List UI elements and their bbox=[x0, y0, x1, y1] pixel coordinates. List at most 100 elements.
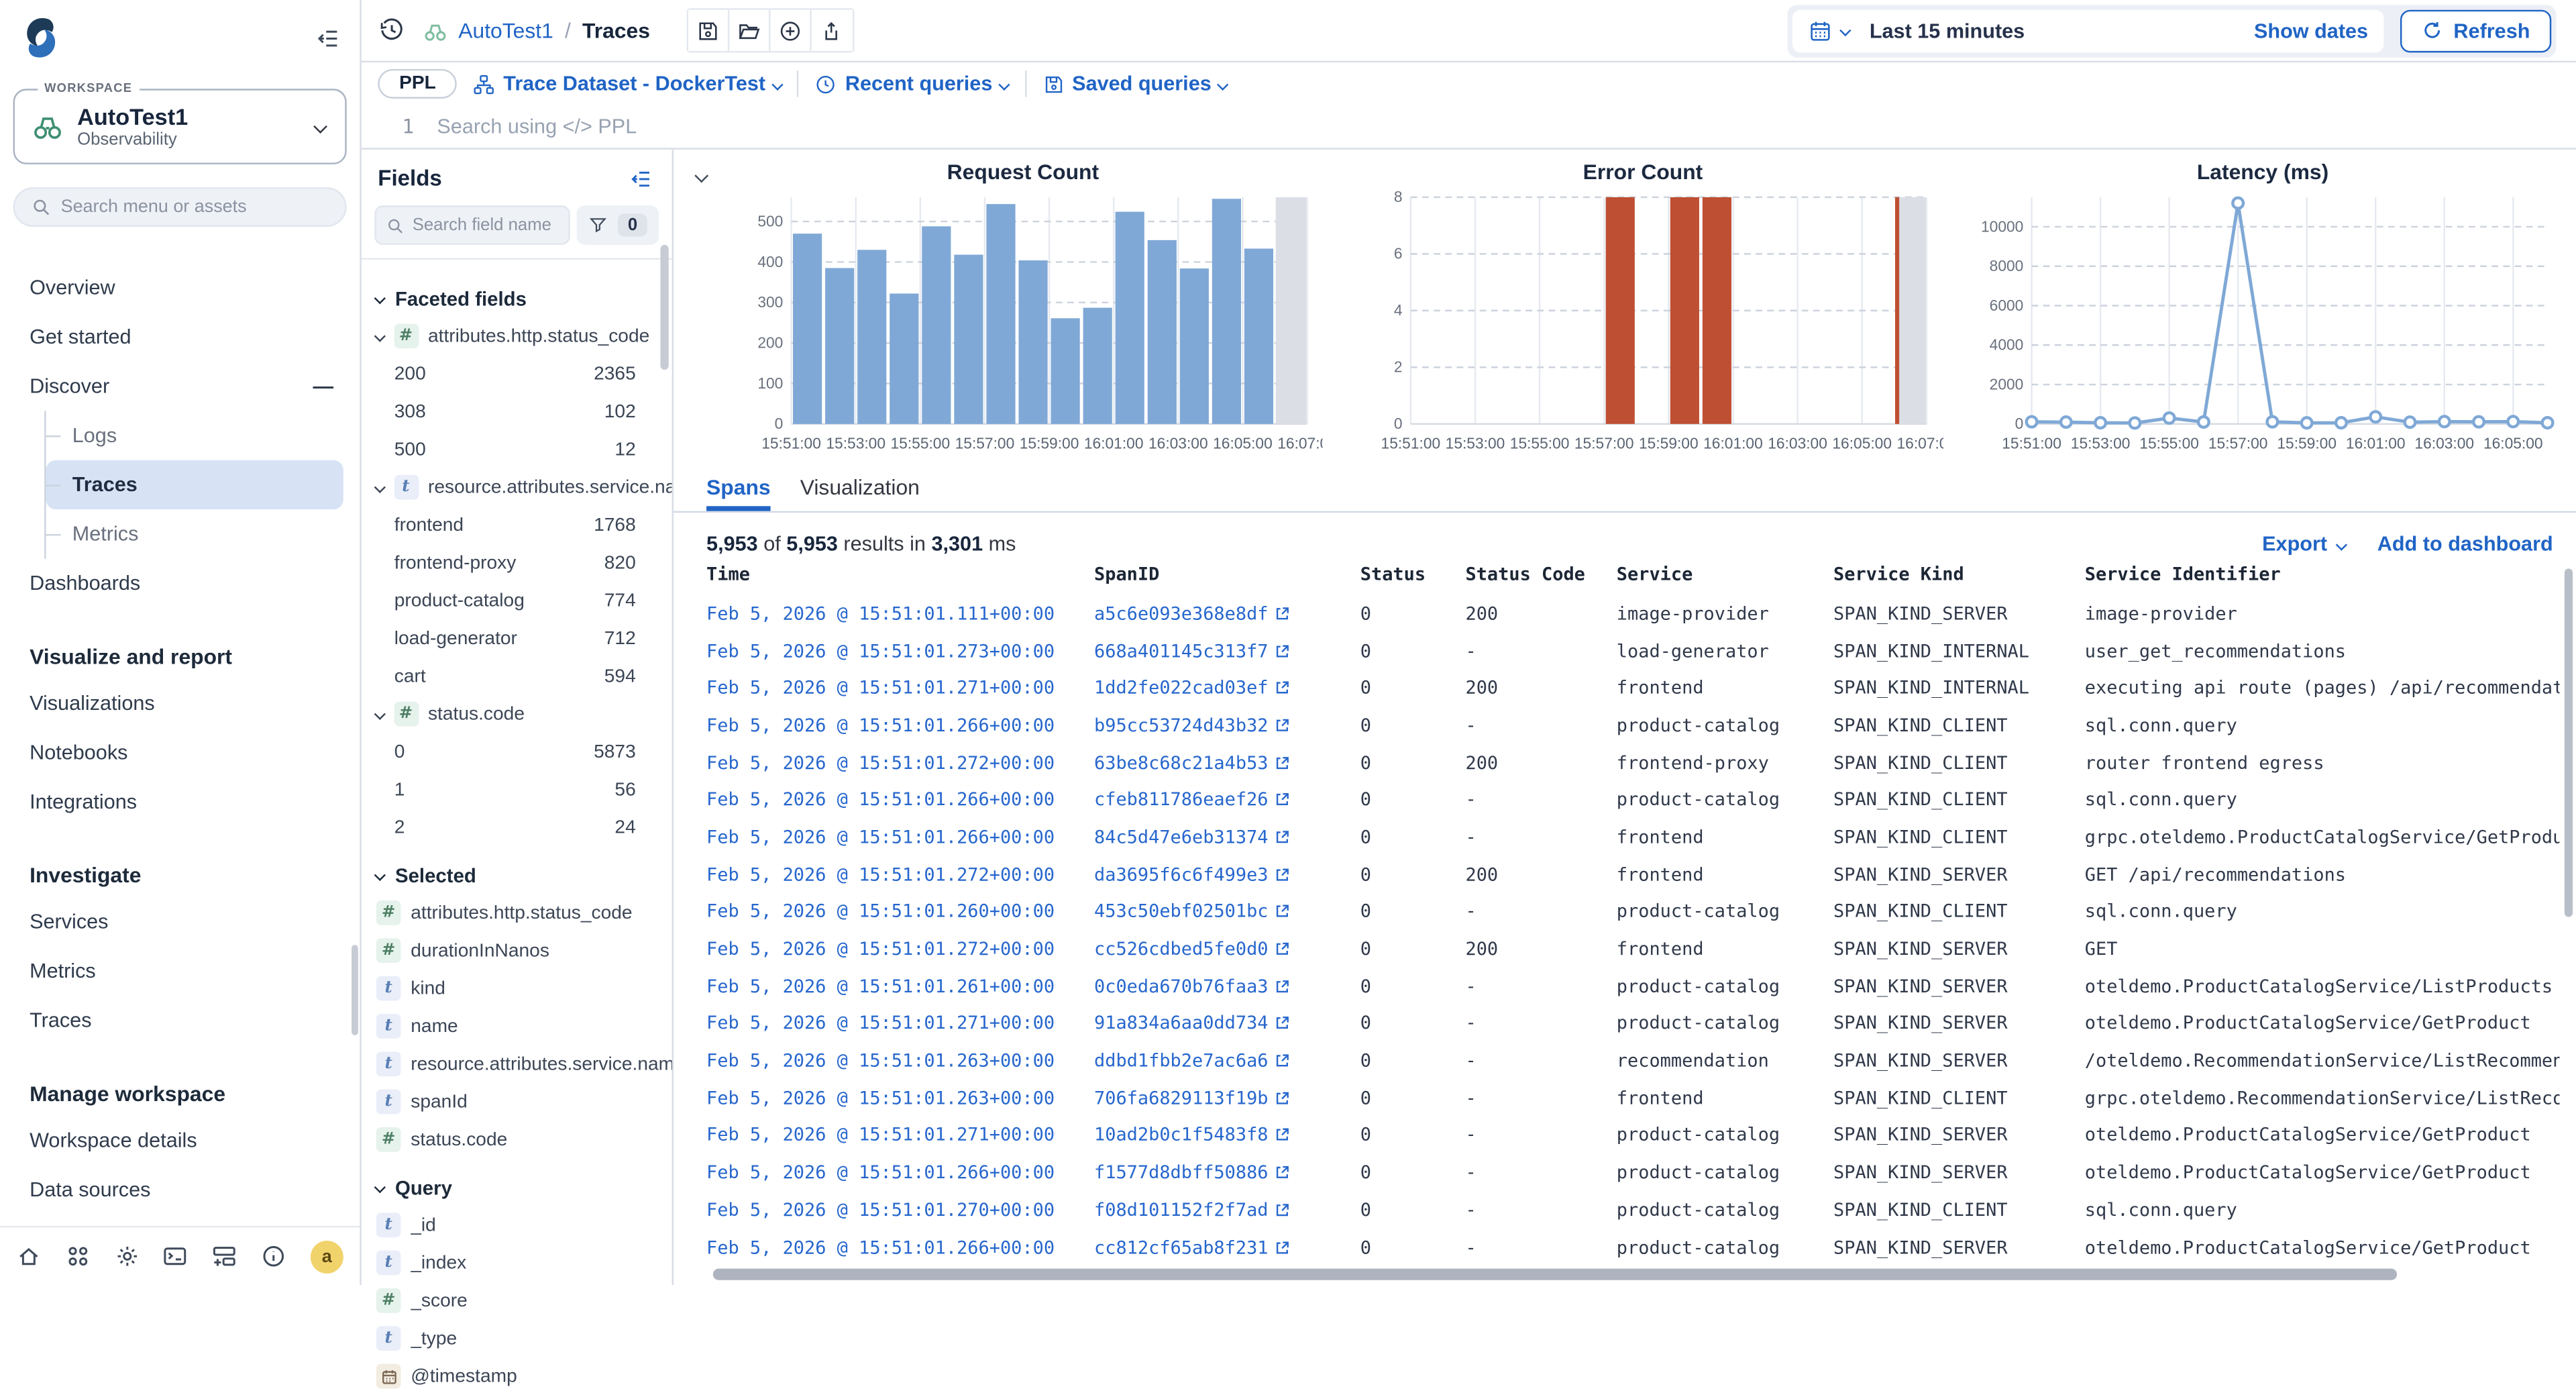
span-id-link[interactable]: 10ad2b0c1f5483f8 bbox=[1094, 1125, 1269, 1146]
facet-row[interactable]: 156 bbox=[362, 771, 672, 809]
sidebar-scrollbar[interactable] bbox=[352, 945, 358, 1035]
query-language-pill[interactable]: PPL bbox=[378, 69, 457, 99]
span-time-link[interactable]: Feb 5, 2026 @ 15:51:01.271+00:00 bbox=[706, 1013, 1055, 1035]
span-time-link[interactable]: Feb 5, 2026 @ 15:51:01.263+00:00 bbox=[706, 1050, 1055, 1072]
field-item[interactable]: tkind bbox=[362, 970, 672, 1007]
collapse-section-icon[interactable]: — bbox=[313, 374, 347, 397]
field-filter-button[interactable]: 0 bbox=[577, 205, 659, 245]
sidebar-item-data-sources[interactable]: Data sources bbox=[16, 1165, 346, 1214]
sidebar-item-workspace-details[interactable]: Workspace details bbox=[16, 1116, 346, 1165]
sidebar-item-traces[interactable]: Traces bbox=[16, 996, 346, 1045]
sidebar-search-input[interactable]: Search menu or assets bbox=[13, 187, 347, 227]
field-item[interactable]: #attributes.http.status_code bbox=[362, 894, 672, 931]
span-id-link[interactable]: da3695f6c6f499e3 bbox=[1094, 864, 1269, 885]
span-time-link[interactable]: Feb 5, 2026 @ 15:51:01.266+00:00 bbox=[706, 1162, 1055, 1184]
refresh-button[interactable]: Refresh bbox=[2401, 9, 2551, 52]
span-id-link[interactable]: 91a834a6aa0dd734 bbox=[1094, 1013, 1269, 1035]
field-section-selected[interactable]: Selected bbox=[362, 856, 672, 894]
span-time-link[interactable]: Feb 5, 2026 @ 15:51:01.260+00:00 bbox=[706, 901, 1055, 923]
sidebar-item-metrics[interactable]: Metrics bbox=[16, 947, 346, 996]
field-item[interactable]: #_score bbox=[362, 1282, 672, 1319]
info-icon[interactable] bbox=[262, 1244, 286, 1269]
span-id-link[interactable]: cc812cf65ab8f231 bbox=[1094, 1237, 1269, 1258]
field-item[interactable]: t_index bbox=[362, 1244, 672, 1282]
app-logo[interactable] bbox=[16, 13, 65, 62]
collapse-charts-icon[interactable] bbox=[694, 169, 708, 183]
span-id-link[interactable]: a5c6e093e368e8df bbox=[1094, 603, 1269, 624]
field-item[interactable]: t_type bbox=[362, 1320, 672, 1357]
facet-row[interactable]: product-catalog774 bbox=[362, 582, 672, 619]
sidebar-item-notebooks[interactable]: Notebooks bbox=[16, 728, 346, 777]
field-item[interactable]: tname bbox=[362, 1007, 672, 1045]
field-item[interactable]: #status.code bbox=[362, 695, 672, 733]
span-time-link[interactable]: Feb 5, 2026 @ 15:51:01.273+00:00 bbox=[706, 640, 1055, 662]
sidebar-subitem-logs[interactable]: Logs bbox=[46, 411, 343, 460]
span-id-link[interactable]: b95cc53724d43b32 bbox=[1094, 715, 1269, 736]
dev-console-icon[interactable] bbox=[164, 1244, 189, 1269]
sidebar-subitem-metrics[interactable]: Metrics bbox=[46, 509, 343, 558]
workspace-selector[interactable]: WORKSPACE AutoTest1 Observability bbox=[13, 89, 347, 164]
span-time-link[interactable]: Feb 5, 2026 @ 15:51:01.266+00:00 bbox=[706, 827, 1055, 848]
history-icon[interactable] bbox=[378, 16, 406, 44]
span-id-link[interactable]: ddbd1fbb2e7ac6a6 bbox=[1094, 1050, 1269, 1072]
facet-row[interactable]: 224 bbox=[362, 809, 672, 846]
date-picker[interactable]: Last 15 minutes Show dates bbox=[1793, 9, 2385, 52]
span-time-link[interactable]: Feb 5, 2026 @ 15:51:01.261+00:00 bbox=[706, 976, 1055, 997]
sidebar-subitem-traces[interactable]: Traces bbox=[46, 460, 343, 509]
span-id-link[interactable]: cfeb811786eaef26 bbox=[1094, 789, 1269, 811]
facet-row[interactable]: 2002365 bbox=[362, 355, 672, 393]
add-panel-icon[interactable] bbox=[213, 1244, 237, 1269]
facet-row[interactable]: 05873 bbox=[362, 733, 672, 770]
span-id-link[interactable]: 84c5d47e6eb31374 bbox=[1094, 827, 1269, 848]
query-editor[interactable]: 1 Search using </> PPL bbox=[362, 105, 2576, 150]
span-time-link[interactable]: Feb 5, 2026 @ 15:51:01.272+00:00 bbox=[706, 938, 1055, 960]
facet-row[interactable]: 50012 bbox=[362, 431, 672, 468]
facet-row[interactable]: frontend-proxy820 bbox=[362, 544, 672, 582]
tab-visualization[interactable]: Visualization bbox=[800, 465, 920, 511]
open-button[interactable] bbox=[729, 10, 770, 51]
horizontal-scrollbar[interactable] bbox=[713, 1269, 2397, 1280]
span-id-link[interactable]: 706fa6829113f19b bbox=[1094, 1088, 1269, 1109]
new-button[interactable] bbox=[770, 10, 811, 51]
span-id-link[interactable]: 63be8c68c21a4b53 bbox=[1094, 752, 1269, 774]
tab-spans[interactable]: Spans bbox=[706, 465, 771, 511]
span-id-link[interactable]: cc526cdbed5fe0d0 bbox=[1094, 938, 1269, 960]
field-item[interactable]: #attributes.http.status_code bbox=[362, 317, 672, 355]
add-to-dashboard-button[interactable]: Add to dashboard bbox=[2377, 532, 2553, 555]
field-item[interactable]: #status.code bbox=[362, 1121, 672, 1158]
sidebar-item-services[interactable]: Services bbox=[16, 897, 346, 946]
sidebar-item-discover[interactable]: Discover— bbox=[16, 362, 346, 411]
span-time-link[interactable]: Feb 5, 2026 @ 15:51:01.270+00:00 bbox=[706, 1199, 1055, 1221]
saved-queries-button[interactable]: Saved queries bbox=[1042, 72, 1227, 95]
span-time-link[interactable]: Feb 5, 2026 @ 15:51:01.266+00:00 bbox=[706, 789, 1055, 811]
save-button[interactable] bbox=[688, 10, 729, 51]
sidebar-item-dashboards[interactable]: Dashboards bbox=[16, 559, 346, 608]
export-button[interactable]: Export bbox=[2262, 532, 2345, 555]
span-time-link[interactable]: Feb 5, 2026 @ 15:51:01.271+00:00 bbox=[706, 1125, 1055, 1146]
span-time-link[interactable]: Feb 5, 2026 @ 15:51:01.272+00:00 bbox=[706, 752, 1055, 774]
sidebar-item-visualizations[interactable]: Visualizations bbox=[16, 678, 346, 727]
span-id-link[interactable]: f1577d8dbff50886 bbox=[1094, 1162, 1269, 1184]
span-time-link[interactable]: Feb 5, 2026 @ 15:51:01.266+00:00 bbox=[706, 1237, 1055, 1258]
recent-queries-button[interactable]: Recent queries bbox=[816, 72, 1008, 95]
fields-scrollbar[interactable] bbox=[660, 245, 668, 370]
collapse-fields-icon[interactable] bbox=[629, 167, 652, 190]
span-time-link[interactable]: Feb 5, 2026 @ 15:51:01.272+00:00 bbox=[706, 864, 1055, 885]
user-avatar[interactable]: a bbox=[311, 1240, 343, 1273]
apps-icon[interactable] bbox=[66, 1244, 91, 1269]
home-icon[interactable] bbox=[16, 1244, 41, 1269]
collapse-sidebar-icon[interactable] bbox=[315, 25, 340, 50]
span-time-link[interactable]: Feb 5, 2026 @ 15:51:01.271+00:00 bbox=[706, 678, 1055, 699]
field-item[interactable]: tresource.attributes.service.name bbox=[362, 468, 672, 506]
dataset-selector[interactable]: Trace Dataset - DockerTest bbox=[474, 72, 781, 95]
sidebar-item-integrations[interactable]: Integrations bbox=[16, 777, 346, 826]
show-dates-link[interactable]: Show dates bbox=[2254, 19, 2368, 42]
span-id-link[interactable]: 668a401145c313f7 bbox=[1094, 640, 1269, 662]
span-id-link[interactable]: 453c50ebf02501bc bbox=[1094, 901, 1269, 923]
span-time-link[interactable]: Feb 5, 2026 @ 15:51:01.111+00:00 bbox=[706, 603, 1055, 624]
span-id-link[interactable]: f08d101152f2f7ad bbox=[1094, 1199, 1269, 1221]
span-id-link[interactable]: 1dd2fe022cad03ef bbox=[1094, 678, 1269, 699]
breadcrumb-workspace-link[interactable]: AutoTest1 bbox=[458, 18, 553, 43]
vertical-scrollbar[interactable] bbox=[2565, 568, 2573, 917]
facet-row[interactable]: load-generator712 bbox=[362, 619, 672, 657]
